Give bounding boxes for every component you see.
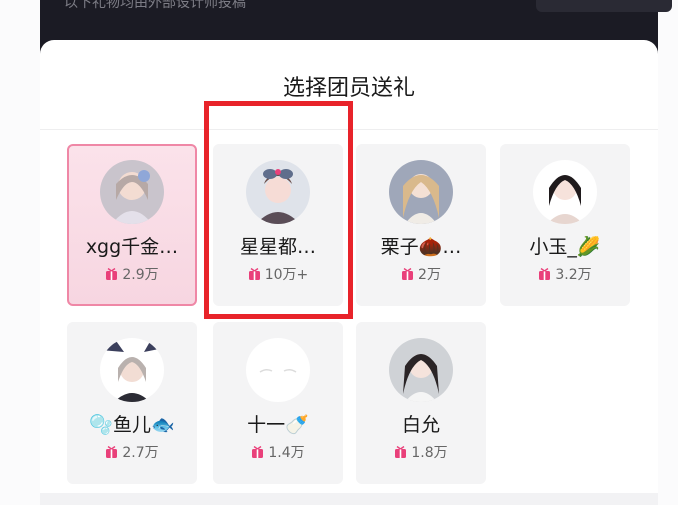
avatar-photo-icon <box>533 160 597 224</box>
background-left <box>0 0 40 505</box>
member-card[interactable]: 🫧鱼儿🐟 2.7万 <box>67 322 197 484</box>
avatar <box>389 160 453 224</box>
header-text: 以下礼物均由外部设计师投稿 <box>64 0 246 11</box>
member-name: 白允 <box>401 414 440 436</box>
avatar-photo-icon <box>389 160 453 224</box>
gift-count: 2.7万 <box>67 442 197 462</box>
gift-count: 1.8万 <box>356 442 486 462</box>
gift-count-value: 3.2万 <box>555 267 592 283</box>
member-card[interactable]: 十一🍼 1.4万 <box>213 322 343 484</box>
gift-icon <box>538 268 551 281</box>
gift-icon <box>394 446 407 459</box>
member-name: 十一🍼 <box>247 414 309 436</box>
avatar-photo-icon <box>389 338 453 402</box>
panel-title: 选择团员送礼 <box>282 76 415 101</box>
member-name: 栗子🌰… <box>380 236 462 258</box>
member-name: 小玉_🌽 <box>529 236 601 258</box>
gift-count: 2万 <box>356 264 486 284</box>
member-card[interactable]: 白允 1.8万 <box>356 322 486 484</box>
bottom-strip <box>40 493 658 505</box>
avatar-photo-icon <box>100 338 164 402</box>
member-card[interactable]: 栗子🌰… 2万 <box>356 144 486 306</box>
avatar <box>100 160 164 224</box>
avatar <box>389 338 453 402</box>
gift-count: 3.2万 <box>500 264 630 284</box>
member-card[interactable]: 小玉_🌽 3.2万 <box>500 144 630 306</box>
gift-count-value: 1.8万 <box>411 445 448 461</box>
gift-count: 2.9万 <box>69 264 195 284</box>
avatar <box>533 160 597 224</box>
background-right <box>658 0 678 505</box>
avatar-placeholder-icon <box>246 338 310 402</box>
gift-count-value: 1.4万 <box>268 445 305 461</box>
gift-icon <box>401 268 414 281</box>
avatar-photo-icon <box>100 160 164 224</box>
gift-count-value: 2.7万 <box>122 445 159 461</box>
avatar <box>246 338 310 402</box>
member-card[interactable]: xgg千金… 2.9万 <box>67 144 197 306</box>
header-button[interactable] <box>536 0 672 12</box>
gift-count-value: 2.9万 <box>122 267 159 283</box>
avatar <box>100 338 164 402</box>
red-highlight-box <box>204 101 353 319</box>
gift-count: 1.4万 <box>213 442 343 462</box>
member-name: xgg千金… <box>85 236 179 258</box>
gift-icon <box>105 268 118 281</box>
gift-count-value: 2万 <box>418 267 441 283</box>
member-name: 🫧鱼儿🐟 <box>89 414 175 436</box>
gift-icon <box>251 446 264 459</box>
gift-icon <box>105 446 118 459</box>
